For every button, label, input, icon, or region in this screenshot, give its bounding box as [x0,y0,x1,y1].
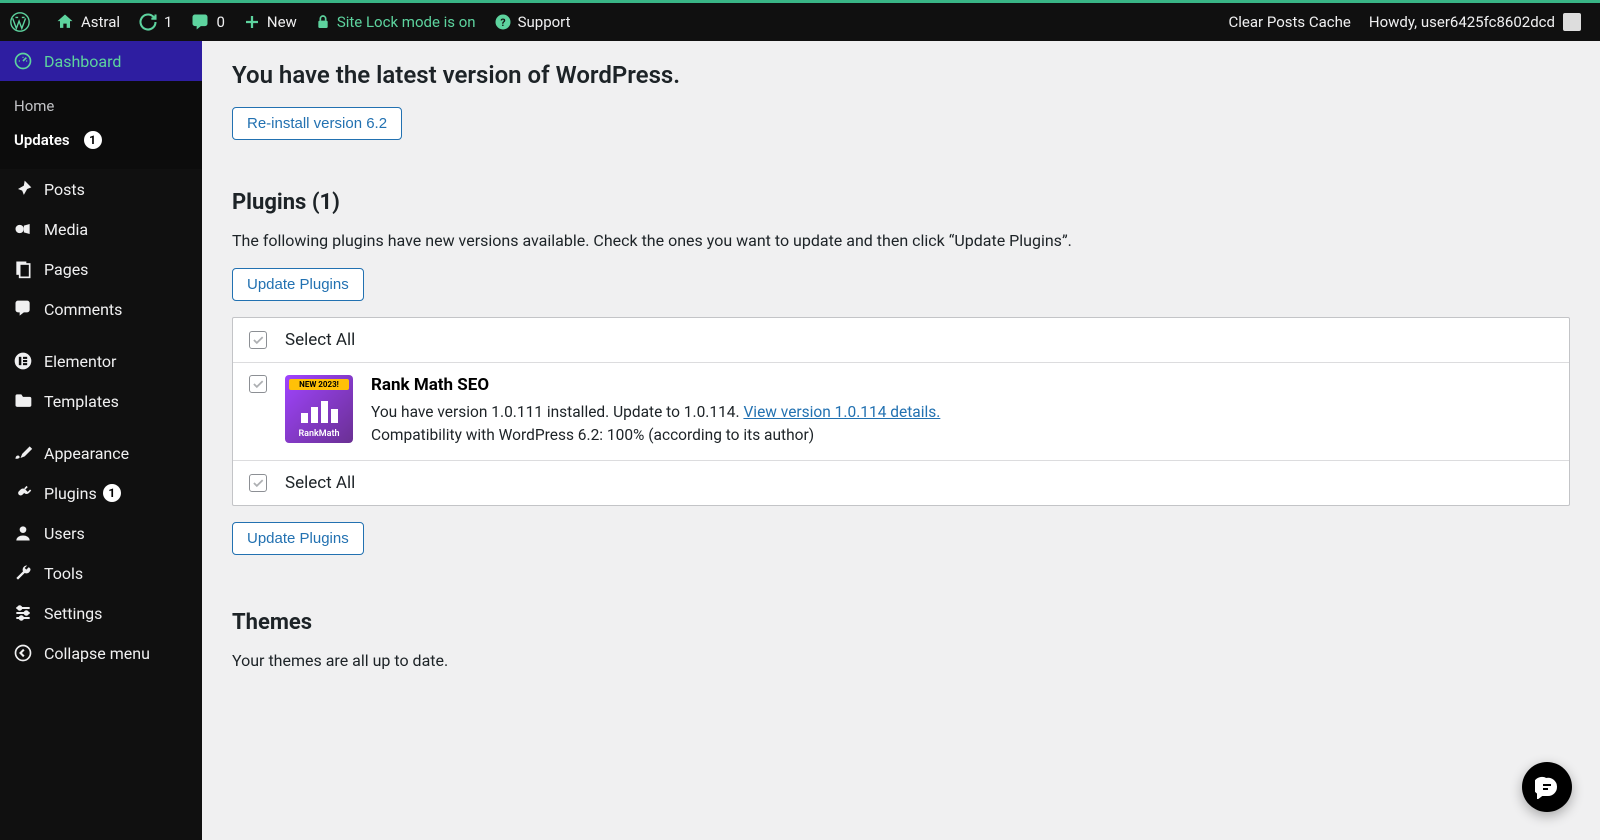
plugin-name: Rank Math SEO [371,375,940,395]
comments-icon [12,299,34,319]
plus-icon [243,13,261,31]
site-name-label: Astral [81,13,120,31]
menu-plugins[interactable]: Plugins1 [0,473,202,513]
plugin-icon-brand: RankMath [285,429,353,439]
new-label: New [267,13,297,31]
page-heading: You have the latest version of WordPress… [232,61,1570,89]
wordpress-icon [9,11,31,33]
collapse-menu[interactable]: Collapse menu [0,633,202,673]
view-details-link[interactable]: View version 1.0.114 details. [743,403,940,421]
plugin-icon-tag: NEW 2023! [289,379,349,390]
menu-appearance[interactable]: Appearance [0,433,202,473]
updates-count-label: 1 [164,13,172,31]
reinstall-button[interactable]: Re-install version 6.2 [232,107,402,140]
chat-fab[interactable] [1522,762,1572,812]
themes-heading: Themes [232,610,1570,635]
user-icon [12,523,34,543]
lock-label: Site Lock mode is on [337,13,476,31]
wp-logo[interactable] [0,3,46,41]
plugin-icon: NEW 2023! RankMath [285,375,353,443]
menu-elementor[interactable]: Elementor [0,341,202,381]
my-account[interactable]: Howdy, user6425fc8602dcd [1360,3,1590,41]
media-icon [12,219,34,239]
wrench-icon [12,563,34,583]
plugins-heading: Plugins (1) [232,190,1570,215]
plugins-table: Select All NEW 2023! RankMath Rank Math … [232,317,1570,506]
menu-tools[interactable]: Tools [0,553,202,593]
menu-media[interactable]: Media [0,209,202,249]
lock-icon [315,14,331,30]
updates-indicator[interactable]: 1 [129,3,181,41]
plugin-row: NEW 2023! RankMath Rank Math SEO You hav… [233,363,1569,461]
submenu-home[interactable]: Home [0,89,202,123]
home-icon [55,12,75,32]
folder-icon [12,391,34,411]
plugin-version-line: You have version 1.0.111 installed. Upda… [371,401,940,424]
select-all-bottom-checkbox[interactable] [249,474,267,492]
collapse-icon [12,643,34,663]
plugins-desc: The following plugins have new versions … [232,231,1570,250]
comments-count-label: 0 [216,13,224,31]
themes-desc: Your themes are all up to date. [232,651,1570,670]
svg-text:?: ? [500,16,505,29]
menu-pages[interactable]: Pages [0,249,202,289]
comment-icon [190,12,210,32]
select-all-top-row: Select All [233,318,1569,363]
support[interactable]: ? Support [485,3,580,41]
select-all-label: Select All [285,473,355,493]
update-plugins-bottom[interactable]: Update Plugins [232,522,364,555]
avatar [1563,13,1581,31]
help-icon: ? [494,13,512,31]
pages-icon [12,259,34,279]
howdy-label: Howdy, user6425fc8602dcd [1369,13,1555,31]
select-all-bottom-row: Select All [233,461,1569,505]
admin-sidebar: Dashboard Home Updates 1 Posts Media Pag… [0,41,202,840]
site-link[interactable]: Astral [46,3,129,41]
sliders-icon [12,603,34,623]
new-content[interactable]: New [234,3,306,41]
plugins-badge: 1 [103,484,121,502]
menu-settings[interactable]: Settings [0,593,202,633]
support-label: Support [518,13,571,31]
main-content: You have the latest version of WordPress… [202,41,1600,840]
chat-icon [1535,775,1559,799]
site-lock[interactable]: Site Lock mode is on [306,3,485,41]
plug-icon [12,483,34,503]
menu-templates[interactable]: Templates [0,381,202,421]
menu-dashboard[interactable]: Dashboard [0,41,202,81]
plugin-checkbox[interactable] [249,375,267,393]
refresh-icon [138,12,158,32]
select-all-label: Select All [285,330,355,350]
menu-comments[interactable]: Comments [0,289,202,329]
updates-badge: 1 [84,131,102,149]
plugin-info: Rank Math SEO You have version 1.0.111 i… [371,375,940,448]
menu-users[interactable]: Users [0,513,202,553]
comments-indicator[interactable]: 0 [181,3,233,41]
plugin-compat-line: Compatibility with WordPress 6.2: 100% (… [371,424,940,447]
dashboard-icon [12,51,34,71]
update-plugins-top[interactable]: Update Plugins [232,268,364,301]
elementor-icon [12,351,34,371]
brush-icon [12,443,34,463]
submenu-updates[interactable]: Updates 1 [0,123,202,157]
submenu-dashboard: Home Updates 1 [0,81,202,169]
menu-posts[interactable]: Posts [0,169,202,209]
clear-cache[interactable]: Clear Posts Cache [1220,3,1360,41]
pin-icon [12,179,34,199]
select-all-top-checkbox[interactable] [249,331,267,349]
admin-bar: Astral 1 0 New Site Lock mode is on ? Su… [0,0,1600,41]
